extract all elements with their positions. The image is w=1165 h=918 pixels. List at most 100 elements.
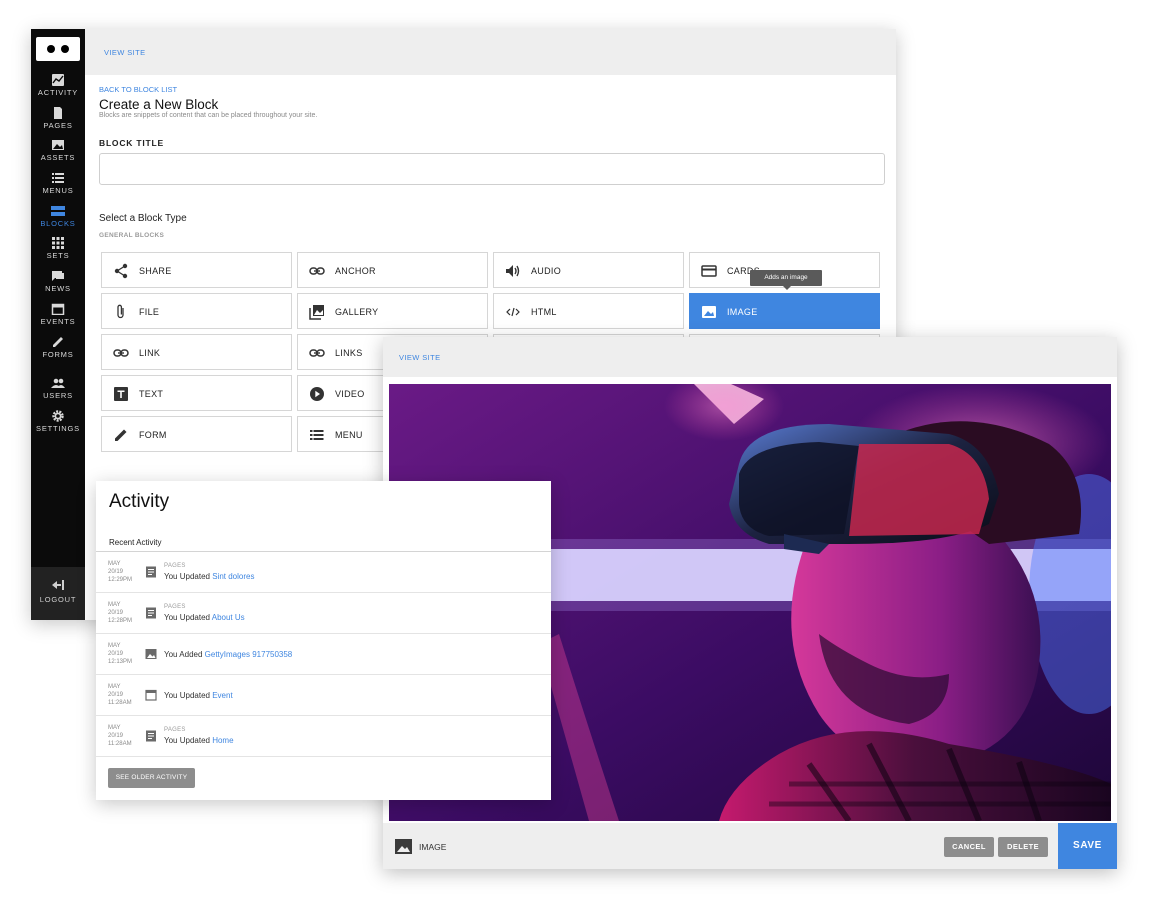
activity-target-link[interactable]: GettyImages 917750358 — [205, 650, 293, 659]
activity-time: 12:13PM — [108, 659, 133, 665]
activity-row[interactable]: MAY 20/19 12:28PM PAGES You Updated About … — [96, 593, 551, 634]
image-icon — [52, 140, 64, 150]
logo-dot — [47, 45, 55, 53]
block-tile-label: FORM — [139, 430, 167, 440]
activity-date: MAY 20/19 11:28AM — [108, 724, 138, 748]
activity-text: You Updated Event — [164, 691, 233, 700]
play-icon — [310, 387, 324, 401]
block-tile-link[interactable]: LINK — [101, 334, 292, 370]
sidebar-item-label: BLOCKS — [40, 219, 76, 228]
block-tile-share[interactable]: SHARE — [101, 252, 292, 288]
activity-window: Activity Recent Activity MAY 20/19 12:29PM… — [96, 481, 551, 800]
sidebar-item-menus[interactable]: MENUS — [31, 172, 85, 195]
activity-month: MAY — [108, 602, 121, 608]
block-tile-text[interactable]: TEXT — [101, 375, 292, 411]
activity-date: MAY 20/19 11:28AM — [108, 683, 138, 707]
list-icon — [52, 173, 64, 183]
see-older-activity-button[interactable]: SEE OLDER ACTIVITY — [108, 768, 195, 788]
block-tile-label: SHARE — [139, 266, 172, 276]
sidebar-item-assets[interactable]: ASSETS — [31, 139, 85, 162]
sidebar-item-sets[interactable]: SETS — [31, 237, 85, 260]
save-button[interactable]: SAVE — [1058, 823, 1117, 869]
sidebar-item-label: ACTIVITY — [37, 88, 79, 97]
activity-row[interactable]: MAY 20/19 12:13PM You Added GettyImages 91… — [96, 634, 551, 675]
sidebar-item-label: MENUS — [42, 186, 74, 195]
page-icon — [146, 607, 156, 619]
sidebar-item-settings[interactable]: SETTINGS — [31, 410, 85, 433]
page-icon — [146, 566, 156, 578]
activity-text: You Added GettyImages 917750358 — [164, 650, 292, 659]
activity-month: MAY — [108, 643, 121, 649]
block-tile-html[interactable]: HTML — [493, 293, 684, 329]
sidebar-item-label: EVENTS — [40, 317, 76, 326]
activity-row[interactable]: MAY 20/19 12:29PM PAGES You Updated Sint d… — [96, 552, 551, 593]
sidebar-item-label: SETTINGS — [36, 424, 80, 433]
block-tile-audio[interactable]: AUDIO — [493, 252, 684, 288]
share-icon — [114, 263, 128, 279]
logout-button[interactable]: LOGOUT — [31, 567, 85, 620]
delete-button[interactable]: DELETE — [998, 837, 1048, 857]
top-bar: VIEW SITE — [383, 337, 1117, 377]
activity-target-link[interactable]: About Us — [212, 613, 245, 622]
sidebar-item-events[interactable]: EVENTS — [31, 303, 85, 326]
activity-time: 12:29PM — [108, 577, 133, 583]
logo-dot — [61, 45, 69, 53]
block-tile-label: FILE — [139, 307, 160, 317]
activity-row[interactable]: MAY 20/19 11:28AM You Updated Event — [96, 675, 551, 716]
block-tile-label: LINKS — [335, 348, 363, 358]
view-site-link[interactable]: VIEW SITE — [104, 48, 146, 57]
block-tile-image[interactable]: IMAGE — [689, 293, 880, 329]
activity-day: 20/19 — [108, 733, 124, 739]
activity-date: MAY 20/19 12:13PM — [108, 642, 138, 666]
activity-target-link[interactable]: Event — [212, 691, 232, 700]
page-title: Create a New Block — [99, 97, 219, 112]
users-icon — [51, 378, 65, 388]
activity-category: PAGES — [164, 727, 186, 733]
view-site-link[interactable]: VIEW SITE — [399, 353, 441, 362]
sidebar-item-activity[interactable]: ACTIVITY — [31, 74, 85, 97]
sidebar-item-news[interactable]: NEWS — [31, 270, 85, 293]
activity-date: MAY 20/19 12:29PM — [108, 560, 138, 584]
sidebar-item-pages[interactable]: PAGES — [31, 107, 85, 130]
link-icon — [309, 267, 325, 275]
sidebar-item-label: ASSETS — [40, 153, 76, 162]
block-tile-anchor[interactable]: ANCHOR — [297, 252, 488, 288]
image-icon — [702, 306, 716, 318]
image-editor-footer: IMAGE CANCEL DELETE SAVE — [383, 823, 1117, 869]
page-icon — [146, 730, 156, 742]
select-block-type-label: Select a Block Type — [99, 213, 187, 224]
activity-text: You Updated Home — [164, 736, 234, 745]
block-form: BACK TO BLOCK LIST Create a New Block Bl… — [99, 85, 889, 239]
activity-date: MAY 20/19 12:28PM — [108, 601, 138, 625]
block-tile-label: TEXT — [139, 389, 164, 399]
list-icon — [310, 430, 324, 440]
activity-target-link[interactable]: Home — [212, 736, 233, 745]
logo[interactable] — [36, 37, 80, 61]
block-tile-form[interactable]: FORM — [101, 416, 292, 452]
block-tile-label: LINK — [139, 348, 161, 358]
activity-target-link[interactable]: Sint dolores — [212, 572, 254, 581]
image-tooltip: Adds an image — [750, 270, 822, 290]
text-icon — [114, 387, 128, 401]
top-bar: VIEW SITE — [85, 29, 896, 75]
code-icon — [506, 307, 520, 317]
sidebar-item-forms[interactable]: FORMS — [31, 336, 85, 359]
activity-day: 20/19 — [108, 651, 124, 657]
sidebar-item-users[interactable]: USERS — [31, 377, 85, 400]
cancel-button[interactable]: CANCEL — [944, 837, 994, 857]
block-tile-label: HTML — [531, 307, 557, 317]
activity-action: You Updated — [164, 691, 213, 700]
back-to-block-list-link[interactable]: BACK TO BLOCK LIST — [99, 85, 889, 94]
sidebar-item-blocks[interactable]: BLOCKS — [31, 205, 85, 228]
activity-month: MAY — [108, 725, 121, 731]
activity-row[interactable]: MAY 20/19 11:28AM PAGES You Updated Home — [96, 716, 551, 757]
general-blocks-label: GENERAL BLOCKS — [99, 232, 165, 239]
logout-label: LOGOUT — [39, 595, 77, 604]
block-title-input[interactable] — [99, 153, 885, 185]
block-tile-file[interactable]: FILE — [101, 293, 292, 329]
activity-category: PAGES — [164, 563, 186, 569]
block-title-label: BLOCK TITLE — [99, 138, 164, 148]
sidebar: ACTIVITY PAGES ASSETS MENUS BLOCKS SETS … — [31, 29, 85, 620]
block-tile-gallery[interactable]: GALLERY — [297, 293, 488, 329]
block-tile-label: IMAGE — [727, 307, 758, 317]
